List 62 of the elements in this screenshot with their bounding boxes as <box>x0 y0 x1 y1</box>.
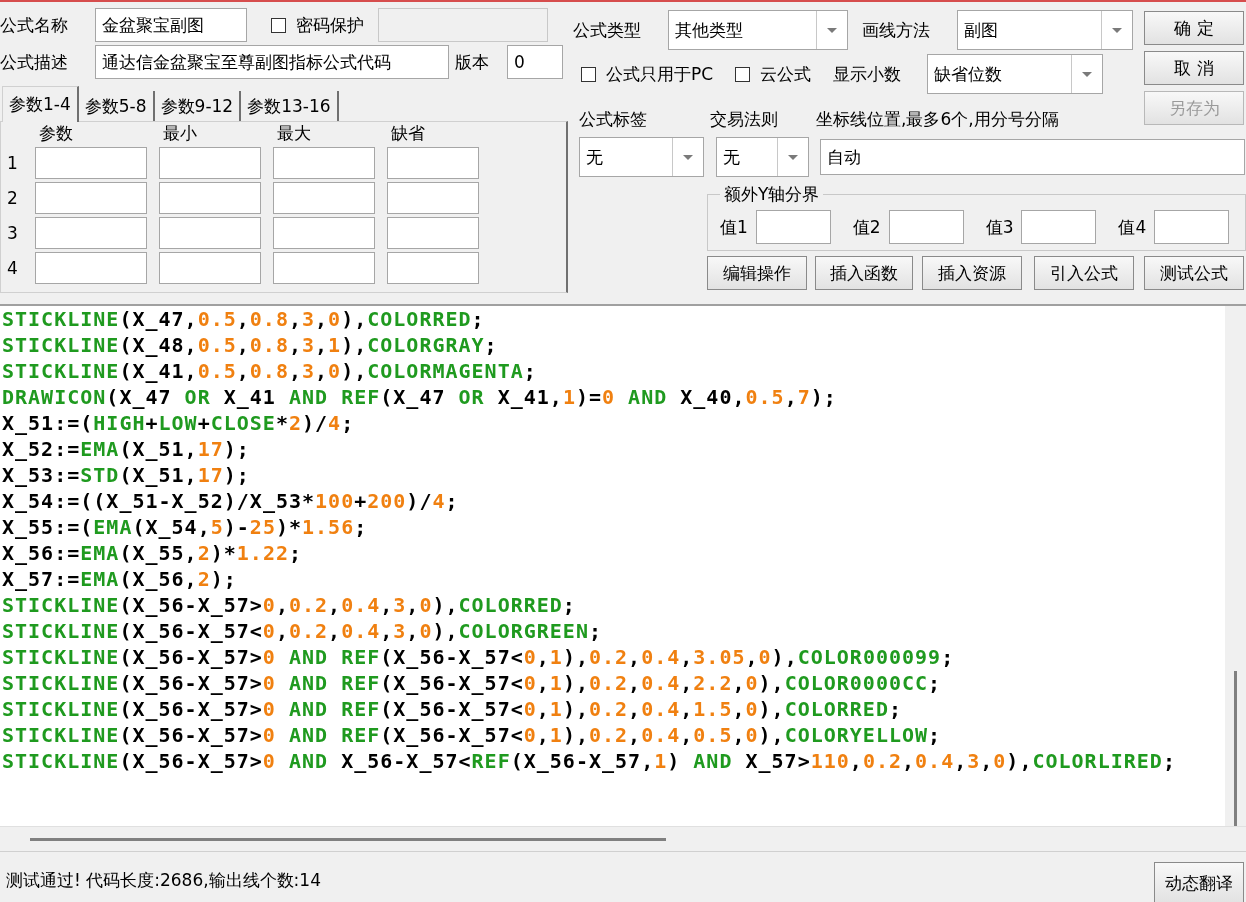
formula-type-dropdown[interactable]: 其他类型 <box>668 10 848 50</box>
row-number: 4 <box>7 258 19 278</box>
column-header: 缺省 <box>390 121 426 145</box>
formula-tag-dropdown[interactable]: 无 <box>579 137 704 177</box>
code-line: X_51:=(HIGH+LOW+CLOSE*2)/4; <box>2 410 355 436</box>
row-number: 1 <box>7 153 19 173</box>
column-header: 参数 <box>38 121 74 145</box>
code-line: STICKLINE(X_56-X_57>0 AND X_56-X_57<REF(X_56-X_57,1) AND X_57>110,0.2,0.4,3,0),COLORLIRED; <box>2 748 1176 774</box>
dialog-button[interactable]: 确 定 <box>1144 11 1244 45</box>
row-number: 3 <box>7 223 19 243</box>
description-field[interactable]: 通达信金盆聚宝至尊副图指标公式代码 <box>95 45 449 79</box>
field-label: 坐标线位置,最多6个,用分号分隔 <box>816 108 1059 131</box>
field-label: 值4 <box>1118 215 1147 239</box>
draw-method-dropdown[interactable]: 副图 <box>957 10 1133 50</box>
field-label: 交易法则 <box>710 108 779 131</box>
translate-button[interactable]: 动态翻译 <box>1154 862 1244 902</box>
field-label: 公式描述 <box>0 50 69 74</box>
code-line: STICKLINE(X_41,0.5,0.8,3,0),COLORMAGENTA; <box>2 358 537 384</box>
trade-rule-dropdown[interactable]: 无 <box>716 137 809 177</box>
field-label: 公式类型 <box>573 18 642 42</box>
checkbox-label: 密码保护 <box>296 13 364 37</box>
code-line: STICKLINE(X_56-X_57>0 AND REF(X_56-X_57<0,1),0.2,0.4,2.2,0),COLOR0000CC; <box>2 670 942 696</box>
code-line: STICKLINE(X_56-X_57>0 AND REF(X_56-X_57<0,1),0.2,0.4,3.05,0),COLOR000099; <box>2 644 955 670</box>
tool-button[interactable]: 编辑操作 <box>707 256 807 290</box>
field-label: 公式标签 <box>578 108 648 131</box>
code-line: STICKLINE(X_56-X_57<0,0.2,0.4,3,0),COLORGREEN; <box>2 618 602 644</box>
code-line: X_55:=(EMA(X_54,5)-25)*1.56; <box>2 514 368 540</box>
column-header: 最小 <box>162 121 198 145</box>
code-line: STICKLINE(X_56-X_57>0 AND REF(X_56-X_57<0,1),0.2,0.4,1.5,0),COLORRED; <box>2 696 902 722</box>
checkbox-label: 云公式 <box>760 62 812 86</box>
code-line: DRAWICON(X_47 OR X_41 AND REF(X_47 OR X_41,1)=0 AND X_40,0.5,7); <box>2 384 837 410</box>
dialog-button[interactable]: 取 消 <box>1144 51 1244 85</box>
code-line: X_53:=STD(X_51,17); <box>2 462 250 488</box>
status-message: 测试通过! 代码长度:2686,输出线个数:14 <box>5 869 321 892</box>
field-label: 值3 <box>985 215 1014 239</box>
field-label: 显示小数 <box>833 62 903 86</box>
field-label: 版本 <box>455 50 490 74</box>
field-label: 值1 <box>720 215 748 239</box>
code-line: X_57:=EMA(X_56,2); <box>2 566 237 592</box>
code-line: X_56:=EMA(X_55,2)*1.22; <box>2 540 302 566</box>
code-line: STICKLINE(X_47,0.5,0.8,3,0),COLORRED; <box>2 306 485 332</box>
field-label: 公式名称 <box>0 13 69 37</box>
decimals-dropdown[interactable]: 缺省位数 <box>927 54 1104 94</box>
field-label: 画线方法 <box>862 18 931 42</box>
code-line: X_52:=EMA(X_51,17); <box>2 436 250 462</box>
group-title: 额外Y轴分界 <box>723 183 821 206</box>
tool-button[interactable]: 引入公式 <box>1034 256 1134 290</box>
code-line: STICKLINE(X_56-X_57>0,0.2,0.4,3,0),COLORRED; <box>2 592 576 618</box>
row-number: 2 <box>7 188 19 208</box>
code-line: STICKLINE(X_48,0.5,0.8,3,1),COLORGRAY; <box>2 332 498 358</box>
checkbox-label: 公式只用于PC <box>606 62 714 86</box>
code-line: X_54:=((X_51-X_52)/X_53*100+200)/4; <box>2 488 459 514</box>
tool-button[interactable]: 插入资源 <box>922 256 1022 290</box>
field-label: 值2 <box>852 215 881 239</box>
tool-button[interactable]: 测试公式 <box>1144 256 1244 290</box>
name-field[interactable]: 金盆聚宝副图 <box>95 8 247 42</box>
tool-button[interactable]: 插入函数 <box>815 256 913 290</box>
column-header: 最大 <box>276 121 312 145</box>
axis-lines-field[interactable]: 自动 <box>820 139 1245 175</box>
code-line: STICKLINE(X_56-X_57>0 AND REF(X_56-X_57<0,1),0.2,0.4,0.5,0),COLORYELLOW; <box>2 722 942 748</box>
parameter-tab[interactable]: 参数1-4 <box>2 86 79 122</box>
version-field[interactable]: 0 <box>507 45 563 79</box>
